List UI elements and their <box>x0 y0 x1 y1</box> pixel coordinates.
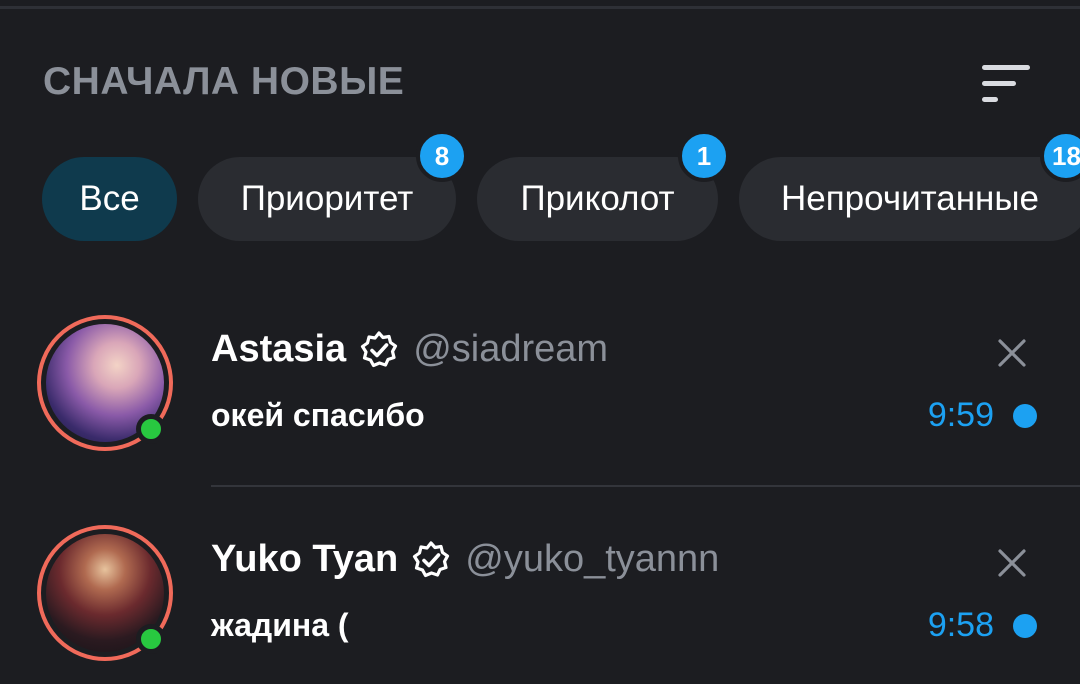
verified-badge-icon <box>413 540 450 577</box>
online-indicator <box>136 624 166 654</box>
last-message: жадина ( <box>211 607 349 643</box>
sort-lines-icon[interactable] <box>978 62 1034 106</box>
message-time: 9:59 <box>927 396 994 434</box>
pinned-count-badge: 1 <box>678 130 730 182</box>
last-message: окей спасибо <box>211 397 425 433</box>
filter-chip-label: Непрочитанные <box>780 179 1040 218</box>
contact-name: Yuko Tyan <box>211 538 399 580</box>
filter-chip-label: Все <box>79 179 140 218</box>
filter-chip-label: Приоритет <box>240 179 414 218</box>
filter-chip-all[interactable]: Все <box>42 157 177 241</box>
close-icon[interactable] <box>996 337 1028 369</box>
row-divider <box>211 485 1080 487</box>
contact-handle: @siadream <box>413 328 609 370</box>
verified-badge-icon <box>361 330 398 367</box>
online-indicator <box>136 414 166 444</box>
sort-title[interactable]: СНАЧАЛА НОВЫЕ <box>43 60 404 104</box>
message-time: 9:58 <box>927 606 994 644</box>
priority-count-badge: 8 <box>416 130 468 182</box>
filter-chip-unread[interactable]: Непрочитанные <box>739 157 1080 241</box>
chat-row[interactable]: Astasia @siadream окей спасибо 9:59 <box>0 310 1080 460</box>
contact-handle: @yuko_tyannn <box>465 538 720 580</box>
chat-row[interactable]: Yuko Tyan @yuko_tyannn жадина ( 9:58 <box>0 520 1080 670</box>
top-divider <box>0 6 1080 9</box>
close-icon[interactable] <box>996 547 1028 579</box>
filter-chip-priority[interactable]: Приоритет <box>198 157 456 241</box>
filter-chip-label: Приколот <box>520 179 675 218</box>
unread-indicator <box>1013 404 1037 428</box>
chat-title: Astasia @siadream <box>211 328 608 371</box>
unread-indicator <box>1013 614 1037 638</box>
chat-title: Yuko Tyan @yuko_tyannn <box>211 538 719 581</box>
contact-name: Astasia <box>211 328 347 370</box>
